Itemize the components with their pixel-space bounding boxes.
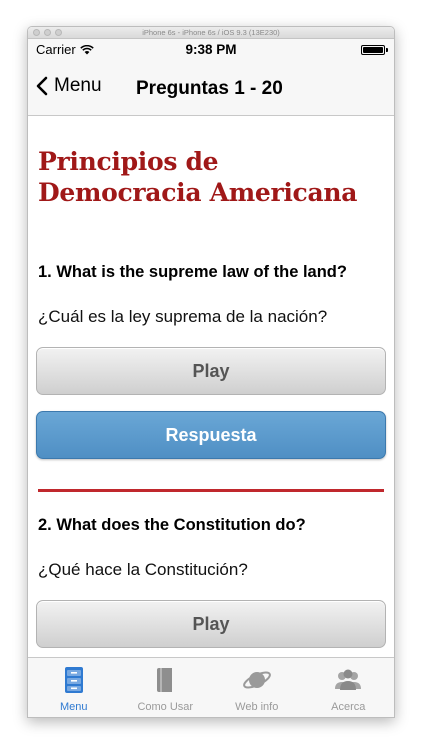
- tab-label: Menu: [59, 701, 88, 713]
- window-title: iPhone 6s - iPhone 6s / iOS 9.3 (13E230): [142, 28, 280, 37]
- question-spanish: ¿Cuál es la ley suprema de la nación?: [38, 307, 328, 326]
- tab-label: Como Usar: [137, 701, 194, 713]
- back-button[interactable]: Menu: [36, 75, 102, 97]
- section-title: Principios de Democracia Americana: [38, 147, 358, 207]
- tab-bar: Menu Como Usar Web info Acerca: [28, 657, 394, 717]
- tab-menu[interactable]: Menu: [28, 658, 120, 717]
- tab-label: Web info: [235, 701, 279, 713]
- question-english: 2. What does the Constitution do?: [38, 516, 306, 534]
- navigation-bar: Menu Preguntas 1 - 20: [28, 59, 394, 116]
- book-icon: [157, 668, 173, 692]
- people-icon: [335, 669, 362, 690]
- planet-icon: [242, 671, 271, 689]
- status-time: 9:38 PM: [185, 42, 237, 57]
- battery-icon: [361, 45, 388, 55]
- answer-button[interactable]: Respuesta: [36, 411, 386, 459]
- question-divider: [38, 489, 384, 492]
- tab-label: Acerca: [331, 701, 366, 713]
- status-bar: Carrier 9:38 PM: [28, 39, 394, 59]
- window-titlebar: iPhone 6s - iPhone 6s / iOS 9.3 (13E230): [28, 27, 394, 39]
- tab-como-usar[interactable]: Como Usar: [120, 658, 212, 717]
- question-spanish: ¿Qué hace la Constitución?: [38, 560, 248, 579]
- back-button-label: Menu: [54, 75, 102, 96]
- play-button[interactable]: Play: [36, 600, 386, 648]
- cabinet-icon: [64, 667, 83, 693]
- battery-fill: [363, 47, 383, 53]
- simulator-window: iPhone 6s - iPhone 6s / iOS 9.3 (13E230)…: [27, 26, 395, 718]
- tab-web-info[interactable]: Web info: [211, 658, 303, 717]
- tab-acerca[interactable]: Acerca: [303, 658, 395, 717]
- question-english: 1. What is the supreme law of the land?: [38, 263, 347, 281]
- questions-scroll-view[interactable]: Principios de Democracia Americana 1. Wh…: [28, 117, 394, 657]
- page-title: Preguntas 1 - 20: [136, 78, 283, 99]
- play-button[interactable]: Play: [36, 347, 386, 395]
- chevron-left-icon: [36, 76, 48, 96]
